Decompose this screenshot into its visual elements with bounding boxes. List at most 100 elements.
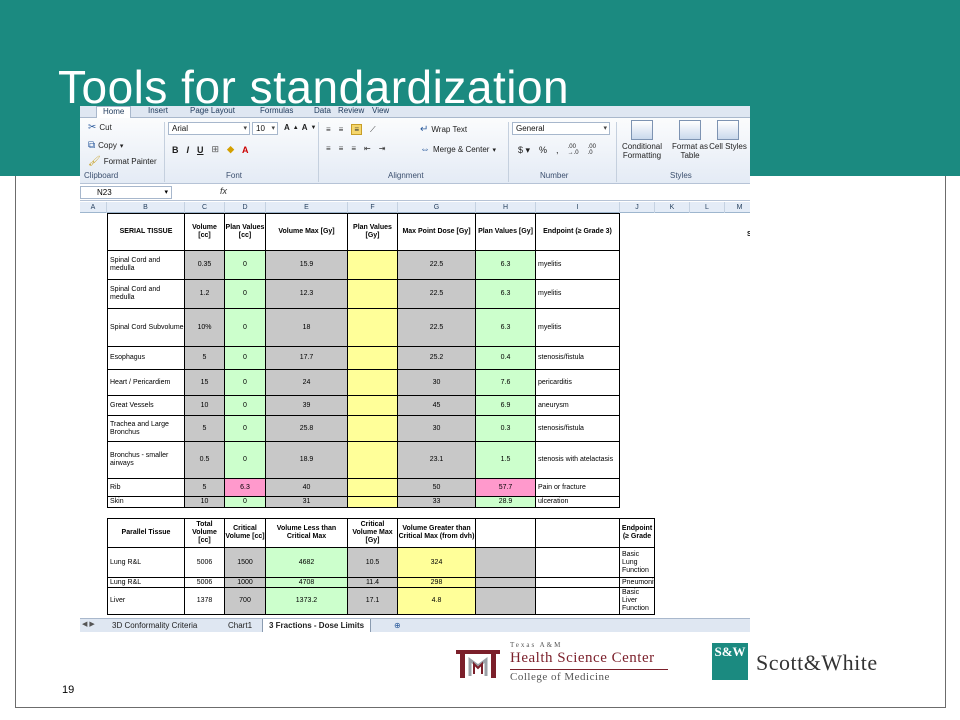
parallel-header-cell[interactable]: Critical Volume Max [Gy] <box>348 518 398 548</box>
parallel-header-cell[interactable]: Critical Volume [cc] <box>225 518 266 548</box>
serial-row-cell[interactable]: 1.2 <box>185 280 225 309</box>
number-format-combo[interactable]: General ▾ <box>512 122 610 135</box>
align-center-icon[interactable]: ≡ <box>339 144 344 153</box>
serial-row-cell[interactable]: 31 <box>266 497 348 508</box>
parallel-row-cell[interactable]: 10.5 <box>348 548 398 578</box>
name-box[interactable]: N23 ▾ <box>80 186 172 199</box>
serial-row-cell[interactable]: aneurysm <box>536 396 620 416</box>
serial-row-cell[interactable]: stenosis/fistula <box>536 347 620 370</box>
serial-row-cell[interactable]: 0 <box>225 370 266 396</box>
parallel-header-cell[interactable] <box>476 518 536 548</box>
parallel-row-cell[interactable]: Lung R&L <box>107 548 185 578</box>
serial-row-cell[interactable]: 22.5 <box>398 280 476 309</box>
align-middle-icon[interactable]: ≡ <box>339 125 344 134</box>
serial-row-cell[interactable]: pericarditis <box>536 370 620 396</box>
parallel-row-cell[interactable]: 1500 <box>225 548 266 578</box>
parallel-row-cell[interactable]: 298 <box>398 578 476 588</box>
parallel-header-cell[interactable]: Volume Less than Critical Max <box>266 518 348 548</box>
fill-color-icon[interactable]: ◆ <box>227 144 234 155</box>
column-header[interactable]: K <box>655 202 690 213</box>
parallel-row-cell[interactable] <box>476 578 536 588</box>
serial-row-cell[interactable]: 0 <box>225 416 266 442</box>
serial-row-cell[interactable]: 30 <box>398 370 476 396</box>
column-header[interactable]: H <box>476 202 536 213</box>
serial-row-cell[interactable]: 0 <box>225 309 266 347</box>
align-bottom-icon[interactable]: ≡ <box>351 124 363 135</box>
tab-view[interactable]: View <box>372 106 389 115</box>
serial-row-cell[interactable]: 23.1 <box>398 442 476 479</box>
serial-row-cell[interactable] <box>348 479 398 497</box>
italic-button[interactable]: I <box>187 145 190 155</box>
parallel-row-cell[interactable]: Basic Lung Function <box>620 548 655 578</box>
decrease-decimal-icon[interactable]: .00.0 <box>588 144 596 156</box>
sheet-tab-dose-limits[interactable]: 3 Fractions - Dose Limits <box>262 619 372 632</box>
column-header[interactable]: E <box>266 202 348 213</box>
parallel-row-cell[interactable]: 1000 <box>225 578 266 588</box>
serial-row-cell[interactable]: Esophagus <box>107 347 185 370</box>
sheet-nav-arrows-icon[interactable]: ◀ ▶ <box>82 620 95 628</box>
serial-row-cell[interactable] <box>348 497 398 508</box>
serial-row-cell[interactable]: 0.5 <box>185 442 225 479</box>
parallel-row-cell[interactable] <box>536 548 620 578</box>
parallel-row-cell[interactable] <box>536 588 620 615</box>
align-right-icon[interactable]: ≡ <box>351 144 356 153</box>
column-header[interactable]: D <box>225 202 266 213</box>
parallel-row-cell[interactable]: 5006 <box>185 578 225 588</box>
align-top-icon[interactable]: ≡ <box>326 125 331 134</box>
serial-row-cell[interactable]: Trachea and Large Bronchus <box>107 416 185 442</box>
serial-row-cell[interactable]: 33 <box>398 497 476 508</box>
column-header[interactable]: F <box>348 202 398 213</box>
parallel-row-cell[interactable]: 4682 <box>266 548 348 578</box>
serial-row-cell[interactable]: 15 <box>185 370 225 396</box>
serial-row-cell[interactable]: 25.2 <box>398 347 476 370</box>
tab-home[interactable]: Home <box>96 106 132 118</box>
font-name-combo[interactable]: Arial ▾ <box>168 122 250 135</box>
serial-row-cell[interactable]: 12.3 <box>266 280 348 309</box>
font-size-combo[interactable]: 10 ▾ <box>252 122 278 135</box>
serial-row-cell[interactable]: myelitis <box>536 309 620 347</box>
column-header[interactable]: B <box>107 202 185 213</box>
serial-row-cell[interactable]: 0 <box>225 442 266 479</box>
serial-header-cell[interactable]: Max Point Dose [Gy] <box>398 213 476 251</box>
tab-page-layout[interactable]: Page Layout <box>190 106 235 115</box>
parallel-row-cell[interactable] <box>476 588 536 615</box>
serial-row-cell[interactable]: 15.9 <box>266 251 348 280</box>
tab-review[interactable]: Review <box>338 106 364 115</box>
serial-row-cell[interactable]: 40 <box>266 479 348 497</box>
column-header[interactable]: L <box>690 202 725 213</box>
cut-button[interactable]: ✂ Cut <box>88 122 112 133</box>
serial-header-cell[interactable]: Plan Values [Gy] <box>348 213 398 251</box>
serial-row-cell[interactable]: 6.3 <box>225 479 266 497</box>
parallel-row-cell[interactable]: Basic Liver Function <box>620 588 655 615</box>
serial-row-cell[interactable]: 28.9 <box>476 497 536 508</box>
parallel-row-cell[interactable]: 17.1 <box>348 588 398 615</box>
serial-row-cell[interactable]: 0 <box>225 251 266 280</box>
serial-row-cell[interactable] <box>348 370 398 396</box>
parallel-row-cell[interactable]: 1378 <box>185 588 225 615</box>
serial-row-cell[interactable] <box>348 396 398 416</box>
parallel-row-cell[interactable]: 4708 <box>266 578 348 588</box>
parallel-row-cell[interactable] <box>536 578 620 588</box>
currency-icon[interactable]: $ ▾ <box>518 145 530 156</box>
grow-font-button[interactable]: A ▲ A ▼ <box>284 123 316 132</box>
serial-row-cell[interactable]: Skin <box>107 497 185 508</box>
serial-row-cell[interactable]: 5 <box>185 347 225 370</box>
align-left-icon[interactable]: ≡ <box>326 144 331 153</box>
parallel-header-cell[interactable]: Volume Greater than Critical Max (from d… <box>398 518 476 548</box>
serial-row-cell[interactable] <box>348 347 398 370</box>
serial-row-cell[interactable]: 39 <box>266 396 348 416</box>
serial-row-cell[interactable]: 5 <box>185 479 225 497</box>
parallel-row-cell[interactable]: 5006 <box>185 548 225 578</box>
serial-row-cell[interactable]: Heart / Pericardiem <box>107 370 185 396</box>
tab-formulas[interactable]: Formulas <box>260 106 293 115</box>
parallel-row-cell[interactable]: Pneumonitis <box>620 578 655 588</box>
serial-row-cell[interactable]: 10 <box>185 497 225 508</box>
decrease-indent-icon[interactable]: ⇤ <box>364 144 371 153</box>
serial-row-cell[interactable]: Spinal Cord and medulla <box>107 251 185 280</box>
serial-row-cell[interactable]: 22.5 <box>398 251 476 280</box>
column-header[interactable]: I <box>536 202 620 213</box>
serial-row-cell[interactable] <box>348 251 398 280</box>
serial-row-cell[interactable] <box>348 442 398 479</box>
serial-row-cell[interactable]: Spinal Cord Subvolume <box>107 309 185 347</box>
serial-header-cell[interactable]: Plan Values [cc] <box>225 213 266 251</box>
